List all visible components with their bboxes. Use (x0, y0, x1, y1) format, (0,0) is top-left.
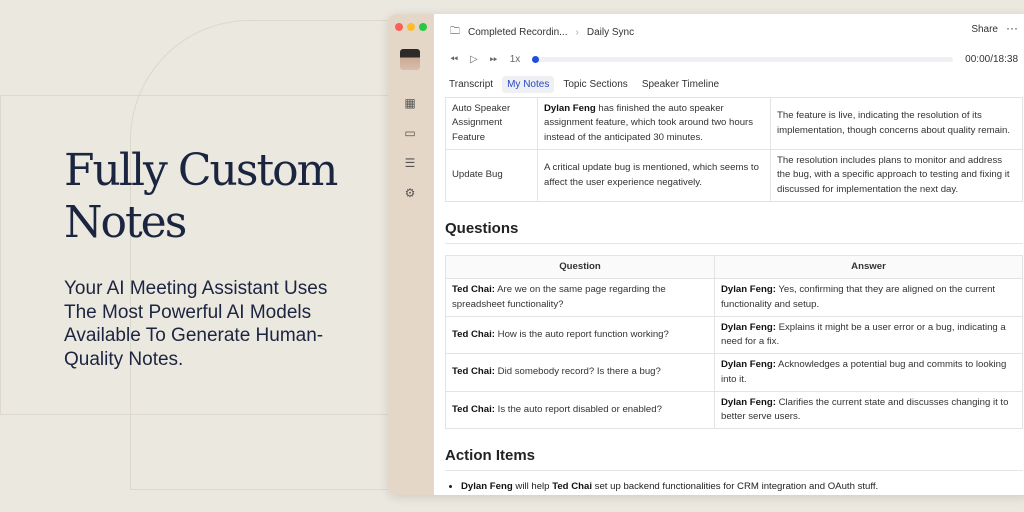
tab-bar: Transcript My Notes Topic Sections Speak… (444, 76, 724, 93)
speaker-name: Dylan Feng: (721, 284, 776, 295)
maximize-window-button[interactable] (419, 23, 427, 31)
answer-cell: Dylan Feng: Acknowledges a potential bug… (714, 353, 1023, 392)
folder-icon[interactable]: ▭ (403, 126, 417, 140)
list-icon[interactable]: ☰ (403, 156, 417, 170)
assignee: Ted Chai (552, 481, 592, 492)
audio-player: ⏪︎ ▷ ⏩︎ 1x 00:00/18:38 (450, 54, 1018, 65)
question-cell: Ted Chai: Is the auto report disabled or… (445, 391, 715, 429)
tab-my-notes[interactable]: My Notes (502, 76, 555, 93)
question-cell: Ted Chai: Did somebody record? Is there … (445, 353, 715, 392)
avatar[interactable] (400, 49, 420, 70)
topics-table: Auto Speaker Assignment Feature Dylan Fe… (445, 97, 1023, 202)
folder-icon: 🗀 (450, 26, 460, 37)
answer-cell: Dylan Feng: Clarifies the current state … (714, 391, 1023, 429)
column-header: Answer (714, 255, 1023, 279)
action-items-heading: Action Items (445, 447, 1023, 471)
table-row: Ted Chai: Is the auto report disabled or… (445, 391, 1023, 429)
table-row: Ted Chai: How is the auto report functio… (445, 316, 1023, 354)
resolution-cell: The feature is live, indicating the reso… (770, 97, 1023, 150)
question-text: Is the auto report disabled or enabled? (495, 403, 662, 415)
detail-cell: Dylan Feng has finished the auto speaker… (537, 97, 771, 150)
table-row: Ted Chai: Did somebody record? Is there … (445, 353, 1023, 392)
speaker-name: Ted Chai: (452, 328, 495, 340)
tab-transcript[interactable]: Transcript (444, 76, 498, 93)
answer-cell: Dylan Feng: Explains it might be a user … (714, 316, 1023, 354)
speaker-name: Dylan Feng (544, 102, 596, 114)
breadcrumb: 🗀 Completed Recordin... › Daily Sync (450, 24, 634, 41)
question-cell: Ted Chai: Are we on the same page regard… (445, 278, 715, 317)
table-row: Ted Chai: Are we on the same page regard… (445, 278, 1023, 317)
questions-heading: Questions (445, 220, 1023, 244)
more-options-button[interactable]: ··· (1006, 21, 1018, 35)
topic-cell: Update Bug (445, 149, 538, 202)
question-text: Did somebody record? Is there a bug? (495, 366, 661, 378)
action-text: will help (512, 481, 553, 492)
rewind-icon[interactable]: ⏪︎ (450, 54, 458, 65)
speaker-name: Dylan Feng: (721, 321, 776, 333)
main-panel: 🗀 Completed Recordin... › Daily Sync Sha… (434, 14, 1024, 495)
hero: Fully Custom Notes Your AI Meeting Assis… (64, 145, 364, 371)
table-row: Auto Speaker Assignment Feature Dylan Fe… (445, 97, 1023, 150)
notes-content: Auto Speaker Assignment Feature Dylan Fe… (445, 97, 1023, 492)
tab-speaker-timeline[interactable]: Speaker Timeline (637, 76, 724, 93)
assignee: Dylan Feng (461, 481, 513, 492)
list-item: Dylan Feng will help Ted Chai set up bac… (461, 481, 1023, 492)
chevron-right-icon: › (575, 27, 579, 38)
action-items-list: Dylan Feng will help Ted Chai set up bac… (461, 481, 1023, 492)
play-icon[interactable]: ▷ (470, 54, 478, 65)
detail-cell: A critical update bug is mentioned, whic… (537, 149, 771, 202)
speed-button[interactable]: 1x (510, 54, 521, 65)
topic-cell: Auto Speaker Assignment Feature (445, 97, 538, 150)
fast-forward-icon[interactable]: ⏩︎ (490, 54, 498, 65)
progress-knob[interactable] (532, 55, 540, 63)
calendar-icon[interactable]: ▦ (403, 96, 417, 110)
hero-title: Fully Custom Notes (64, 145, 338, 248)
share-button[interactable]: Share (971, 24, 998, 35)
table-row: Update Bug A critical update bug is ment… (445, 149, 1023, 202)
answer-cell: Dylan Feng: Yes, confirming that they ar… (714, 278, 1023, 317)
action-text: set up backend functionalities for CRM i… (592, 481, 879, 492)
question-text: How is the auto report function working? (495, 328, 669, 340)
speaker-name: Ted Chai: (452, 284, 495, 295)
questions-table: Question Answer Ted Chai: Are we on the s… (445, 255, 1023, 429)
speaker-name: Ted Chai: (452, 366, 495, 378)
breadcrumb-parent[interactable]: Completed Recordin... (468, 27, 568, 38)
close-window-button[interactable] (395, 23, 403, 31)
progress-slider[interactable] (532, 55, 954, 63)
app-window: ▦ ▭ ☰ ⚙ 🗀 Completed Recordin... › Daily … (388, 14, 1024, 495)
sidebar: ▦ ▭ ☰ ⚙ (388, 14, 434, 495)
speaker-name: Ted Chai: (452, 403, 495, 415)
hero-subtitle: Your AI Meeting Assistant Uses The Most … (64, 278, 328, 370)
tab-topic-sections[interactable]: Topic Sections (558, 76, 632, 93)
time-readout: 00:00/18:38 (965, 54, 1018, 65)
column-header: Question (445, 255, 715, 279)
table-header-row: Question Answer (445, 255, 1023, 279)
question-cell: Ted Chai: How is the auto report functio… (445, 316, 715, 354)
breadcrumb-current: Daily Sync (586, 27, 635, 38)
gear-icon[interactable]: ⚙ (403, 186, 417, 200)
speaker-name: Dylan Feng: (721, 396, 776, 408)
resolution-cell: The resolution includes plans to monitor… (770, 149, 1023, 202)
speaker-name: Dylan Feng: (721, 359, 776, 370)
minimize-window-button[interactable] (407, 23, 415, 31)
